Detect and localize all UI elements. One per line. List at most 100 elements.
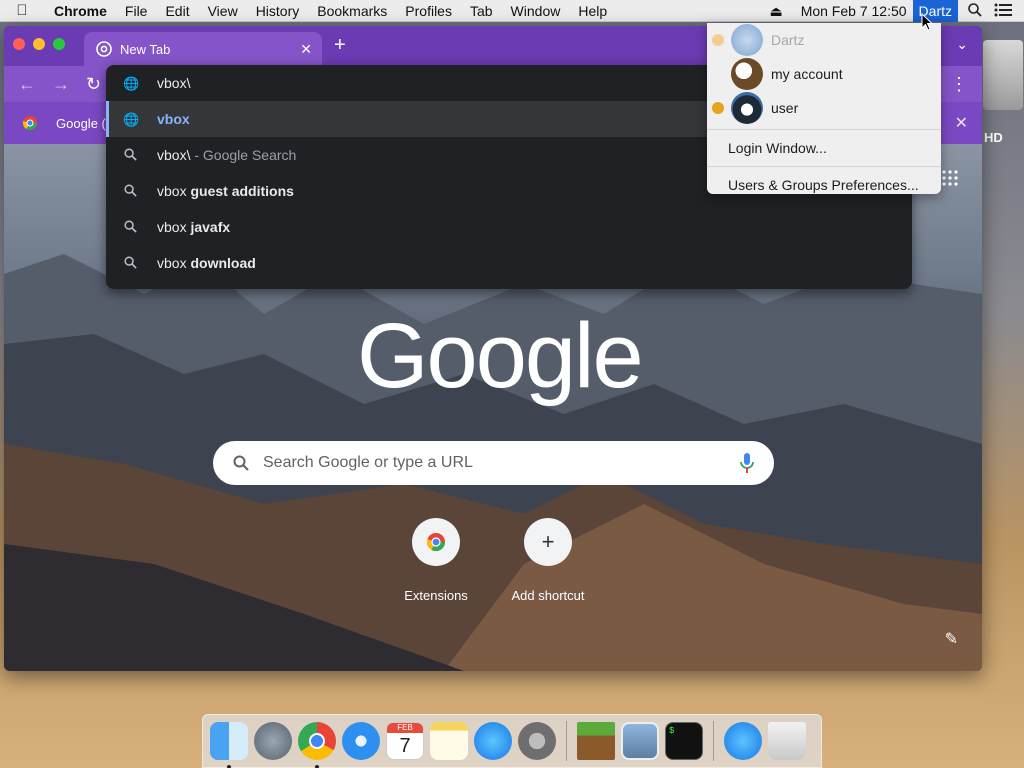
- dismiss-bar-icon[interactable]: ✕: [955, 113, 968, 133]
- calendar-month: FEB: [387, 723, 423, 733]
- shortcut-extensions[interactable]: Extensions: [381, 518, 491, 603]
- user-item-my-account[interactable]: my account: [707, 57, 941, 91]
- shortcut-label: Extensions: [404, 588, 468, 603]
- chrome-icon[interactable]: [298, 722, 336, 768]
- dock-separator: [713, 721, 714, 761]
- google-favicon-icon: [22, 116, 37, 130]
- back-icon[interactable]: ←: [18, 74, 38, 95]
- system-preferences-icon[interactable]: [518, 722, 556, 760]
- clock[interactable]: Mon Feb 7 12:50: [795, 3, 913, 19]
- search-icon: [123, 148, 137, 162]
- launchpad-icon[interactable]: [254, 722, 292, 760]
- tab-search-chevron-icon[interactable]: ⌄: [956, 36, 968, 53]
- calendar-day: 7: [399, 735, 411, 757]
- logged-in-indicator-icon: [712, 34, 724, 46]
- menu-separator: [707, 129, 941, 130]
- search-icon: [233, 455, 249, 471]
- search-placeholder: Search Google or type a URL: [263, 454, 473, 471]
- hard-drive-icon[interactable]: [983, 40, 1023, 110]
- microphone-icon[interactable]: [740, 453, 754, 473]
- user-name: user: [771, 100, 799, 116]
- bookmark-google[interactable]: Google (: [22, 115, 106, 131]
- new-tab-button[interactable]: +: [334, 34, 346, 57]
- suggestion-text: vbox: [157, 255, 191, 271]
- chrome-menu-icon[interactable]: ⋮: [950, 74, 968, 95]
- apple-menu-icon[interactable]: : [0, 2, 44, 19]
- status-area: ⏏ Mon Feb 7 12:50 Dartz: [763, 0, 1024, 22]
- calendar-icon[interactable]: FEB 7: [386, 722, 424, 760]
- user-item-dartz: Dartz: [707, 23, 941, 57]
- snowflake-avatar-icon: [731, 24, 763, 56]
- shortcut-label: Add shortcut: [511, 588, 585, 603]
- bookmark-label: Google (: [56, 115, 106, 131]
- app-menu[interactable]: Chrome: [44, 3, 116, 19]
- dock-separator: [566, 721, 567, 761]
- suggestion-text: vbox\: [157, 147, 191, 163]
- menu-file[interactable]: File: [116, 3, 157, 19]
- window-controls: [13, 38, 65, 50]
- add-shortcut-icon: +: [524, 518, 572, 566]
- customize-pencil-icon[interactable]: ✎: [945, 629, 958, 649]
- users-groups-preferences-item[interactable]: Users & Groups Preferences...: [707, 171, 941, 199]
- menu-help[interactable]: Help: [569, 3, 616, 19]
- menu-bar:  Chrome File Edit View History Bookmark…: [0, 0, 1024, 22]
- hard-drive-label[interactable]: HD: [984, 130, 1003, 145]
- ntp-search-box[interactable]: Search Google or type a URL: [213, 441, 774, 485]
- close-window-button[interactable]: [13, 38, 25, 50]
- menu-tab[interactable]: Tab: [461, 3, 502, 19]
- notification-center-icon[interactable]: [988, 3, 1024, 20]
- close-tab-icon[interactable]: ✕: [300, 41, 312, 58]
- user-item-user[interactable]: user: [707, 91, 941, 125]
- fast-user-switch-dropdown: Dartz my account user Login Window... Us…: [707, 23, 941, 194]
- eagle-avatar-icon: [731, 58, 763, 90]
- terminal-icon[interactable]: $: [665, 722, 703, 760]
- eject-icon[interactable]: ⏏: [763, 3, 788, 20]
- notes-icon[interactable]: [430, 722, 468, 760]
- finder-icon[interactable]: [210, 722, 248, 768]
- user-name: my account: [771, 66, 843, 82]
- minecraft-icon[interactable]: [577, 722, 615, 760]
- mouse-cursor-icon: [921, 13, 933, 31]
- google-apps-icon[interactable]: [942, 170, 958, 191]
- zoom-window-button[interactable]: [53, 38, 65, 50]
- extensions-shortcut-icon: [412, 518, 460, 566]
- dock: FEB 7 $: [202, 714, 822, 768]
- preview-icon[interactable]: [621, 722, 659, 760]
- tab-title: New Tab: [120, 41, 171, 57]
- menu-window[interactable]: Window: [502, 3, 570, 19]
- menu-view[interactable]: View: [199, 3, 247, 19]
- user-name: Dartz: [771, 32, 805, 48]
- downloads-icon[interactable]: [724, 722, 762, 760]
- omnibox-typed-text: vbox\: [157, 75, 191, 91]
- menu-bookmarks[interactable]: Bookmarks: [308, 3, 396, 19]
- suggestion-completion: guest additions: [190, 183, 294, 199]
- suggestion-text: vbox: [157, 219, 191, 235]
- login-window-item[interactable]: Login Window...: [707, 134, 941, 162]
- fast-user-switch-menu[interactable]: Dartz: [912, 0, 958, 22]
- search-icon: [123, 256, 137, 270]
- globe-icon: 🌐: [123, 76, 140, 91]
- menu-history[interactable]: History: [247, 3, 309, 19]
- google-logo: Google: [357, 305, 644, 407]
- reload-icon[interactable]: ↻: [86, 74, 106, 95]
- suggestion-text: vbox: [157, 111, 190, 127]
- menu-separator: [707, 166, 941, 167]
- trash-icon[interactable]: [768, 722, 806, 760]
- suggestion-suffix: - Google Search: [190, 147, 297, 163]
- search-icon: [123, 220, 137, 234]
- suggestion-search[interactable]: vbox download: [106, 245, 912, 281]
- safari-icon[interactable]: [342, 722, 380, 760]
- logged-in-indicator-icon: [712, 102, 724, 114]
- menu-edit[interactable]: Edit: [156, 3, 198, 19]
- menu-profiles[interactable]: Profiles: [396, 3, 461, 19]
- penguin-avatar-icon: [731, 92, 763, 124]
- shortcut-add[interactable]: + Add shortcut: [493, 518, 603, 603]
- minimize-window-button[interactable]: [33, 38, 45, 50]
- spotlight-search-icon[interactable]: [962, 2, 988, 20]
- suggestion-completion: download: [190, 255, 256, 271]
- forward-icon[interactable]: →: [52, 74, 72, 95]
- app-store-icon[interactable]: [474, 722, 512, 760]
- tab-new-tab[interactable]: New Tab ✕: [84, 32, 322, 66]
- suggestion-search[interactable]: vbox javafx: [106, 209, 912, 245]
- chrome-tab-icon: [96, 41, 112, 57]
